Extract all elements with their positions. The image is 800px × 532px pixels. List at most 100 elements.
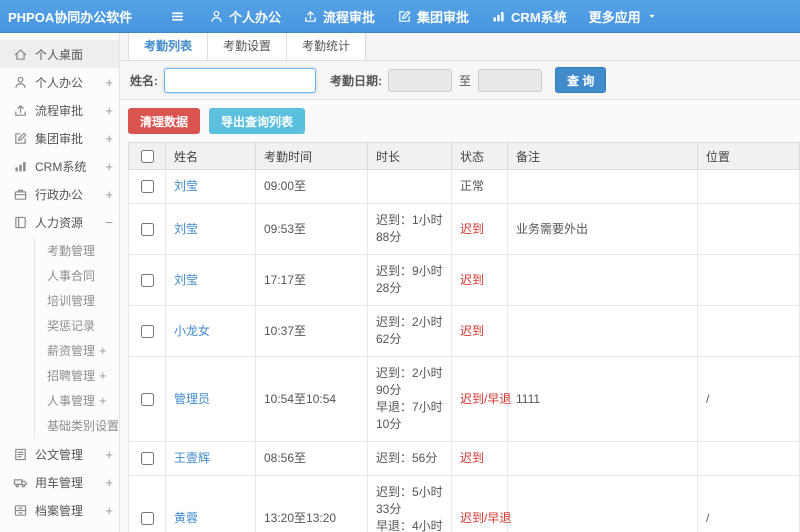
filter-form: 姓名: 考勤日期: 至 查 询	[120, 61, 800, 100]
name-cell: 刘莹	[165, 254, 256, 306]
row-checkbox[interactable]	[140, 324, 154, 338]
date-from-input[interactable]	[388, 68, 452, 92]
sidebar-item[interactable]: CRM系统 +	[0, 152, 119, 180]
name-cell: 刘莹	[165, 203, 256, 255]
status-cell: 迟到	[451, 203, 508, 255]
export-list-button[interactable]: 导出查询列表	[209, 108, 306, 134]
sidebar-submenu: 考勤管理人事合同培训管理奖惩记录薪资管理+招聘管理+人事管理+基础类别设置+	[34, 238, 119, 438]
sidebar-item[interactable]: 集团审批 +	[0, 124, 119, 152]
date-to-input[interactable]	[478, 68, 543, 92]
employee-name-link[interactable]: 刘莹	[174, 222, 198, 236]
expand-toggle[interactable]: −	[101, 215, 113, 230]
employee-name-link[interactable]: 管理员	[174, 392, 210, 406]
nav-item[interactable]: 个人办公	[209, 7, 281, 26]
sidebar-item-label: 个人桌面	[35, 47, 84, 62]
row-checkbox[interactable]	[140, 180, 154, 194]
sidebar-toggle-button[interactable]	[170, 9, 185, 24]
nav-item-label: CRM系统	[511, 9, 567, 25]
nav-item[interactable]: 集团审批	[397, 7, 469, 26]
tab-item[interactable]: 考勤列表	[128, 33, 209, 60]
app-logo: PHPOA协同办公软件	[8, 9, 133, 25]
tab-bar: 考勤列表 考勤设置 考勤统计	[120, 33, 800, 61]
sidebar-item[interactable]: 个人桌面	[0, 40, 119, 68]
select-all-checkbox[interactable]	[140, 150, 154, 164]
expand-toggle[interactable]: +	[101, 447, 113, 462]
sidebar-item-label: 档案管理	[35, 503, 84, 518]
name-cell: 小龙女	[165, 305, 256, 357]
row-checkbox[interactable]	[140, 273, 154, 287]
sidebar-subitem-label: 薪资管理	[47, 344, 96, 358]
sidebar-item[interactable]: 档案管理 +	[0, 496, 119, 524]
row-checkbox[interactable]	[140, 511, 154, 525]
sidebar-subitem[interactable]: 考勤管理	[35, 238, 119, 263]
expand-toggle[interactable]: +	[101, 75, 113, 90]
employee-name-link[interactable]: 刘莹	[174, 179, 198, 193]
tab-item[interactable]: 考勤设置	[208, 33, 288, 60]
sidebar-item[interactable]: 人力资源 −	[0, 208, 119, 236]
top-nav: 个人办公 流程审批 集团审批 CRM系统 更多应用	[209, 7, 658, 26]
select-all-header	[128, 142, 166, 170]
expand-toggle[interactable]: +	[101, 475, 113, 490]
status-badge: 正常	[460, 179, 485, 193]
row-checkbox[interactable]	[140, 452, 154, 466]
expand-toggle[interactable]: +	[101, 131, 113, 146]
expand-toggle[interactable]: +	[101, 503, 113, 518]
home-icon	[13, 47, 28, 62]
sidebar-subitem[interactable]: 人事管理 +	[35, 388, 119, 413]
sidebar-subitem[interactable]: 奖惩记录	[35, 313, 119, 338]
sidebar-subitem[interactable]: 薪资管理 +	[35, 338, 119, 363]
sidebar-item[interactable]: 项目管理+	[0, 524, 119, 532]
expand-toggle[interactable]: +	[101, 187, 113, 202]
duration-line: 迟到：2小时90分	[376, 366, 443, 397]
expand-toggle[interactable]: +	[101, 159, 113, 174]
expand-toggle[interactable]: +	[95, 393, 107, 408]
page-body: 个人桌面 个人办公 + 流程审批 + 集团审批 + CRM系统 + 行政办公 + 人力资源 − 考勤管理人…	[0, 33, 800, 532]
expand-toggle[interactable]: +	[95, 368, 107, 383]
duration-line: 迟到：1小时88分	[376, 213, 443, 244]
sidebar-item-label: 人力资源	[35, 215, 84, 230]
location-cell	[697, 203, 800, 255]
sidebar: 个人桌面 个人办公 + 流程审批 + 集团审批 + CRM系统 + 行政办公 + 人力资源 − 考勤管理人…	[0, 33, 120, 532]
employee-name-link[interactable]: 黄蓉	[174, 511, 198, 525]
sidebar-item[interactable]: 个人办公 +	[0, 68, 119, 96]
employee-name-link[interactable]: 小龙女	[174, 324, 210, 338]
clear-data-button[interactable]: 清理数据	[128, 108, 201, 134]
nav-item[interactable]: CRM系统	[491, 7, 567, 26]
employee-name-link[interactable]: 刘莹	[174, 273, 198, 287]
duration-line: 迟到：5小时33分	[376, 485, 443, 516]
status-badge: 迟到	[460, 272, 485, 287]
row-checkbox[interactable]	[140, 222, 154, 236]
search-button[interactable]: 查 询	[555, 67, 607, 93]
expand-toggle[interactable]: +	[95, 343, 107, 358]
nav-item[interactable]: 流程审批	[303, 7, 375, 26]
table-row: 王壹辉 08:56至 迟到：56分 迟到	[128, 441, 800, 476]
nav-item[interactable]: 更多应用	[589, 7, 658, 26]
sidebar-item[interactable]: 用车管理 +	[0, 468, 119, 496]
sidebar-subitem[interactable]: 人事合同	[35, 263, 119, 288]
sidebar-item[interactable]: 公文管理 +	[0, 440, 119, 468]
expand-toggle[interactable]: +	[101, 103, 113, 118]
column-header: 状态	[451, 142, 508, 170]
row-checkbox[interactable]	[140, 392, 154, 406]
sidebar-subitem[interactable]: 招聘管理 +	[35, 363, 119, 388]
status-cell: 正常	[451, 169, 508, 204]
status-badge: 迟到/早退	[460, 391, 512, 406]
column-header: 备注	[507, 142, 698, 170]
nav-item-label: 更多应用	[588, 9, 641, 25]
briefcase-icon	[13, 187, 28, 202]
sidebar-item-label: CRM系统	[35, 159, 87, 174]
employee-name-link[interactable]: 王壹辉	[174, 451, 210, 465]
sidebar-subitem[interactable]: 培训管理	[35, 288, 119, 313]
duration-cell: 迟到：5小时33分早退：4小时67分	[367, 475, 452, 532]
duration-cell: 迟到：56分	[367, 441, 452, 476]
status-cell: 迟到	[451, 305, 508, 357]
table-row: 管理员 10:54至10:54 迟到：2小时90分 早退：7小时10分 迟到/早退 111…	[128, 356, 800, 442]
sidebar-item-label: 用车管理	[35, 475, 84, 490]
sidebar-subitem-label: 培训管理	[47, 294, 96, 308]
sidebar-item[interactable]: 行政办公 +	[0, 180, 119, 208]
sidebar-subitem[interactable]: 基础类别设置+	[35, 413, 119, 438]
tab-item[interactable]: 考勤统计	[287, 33, 367, 60]
top-header: PHPOA协同办公软件 个人办公 流程审批 集团审批 CRM系统 更多应用	[0, 0, 800, 33]
name-filter-input[interactable]	[164, 67, 316, 93]
sidebar-item[interactable]: 流程审批 +	[0, 96, 119, 124]
